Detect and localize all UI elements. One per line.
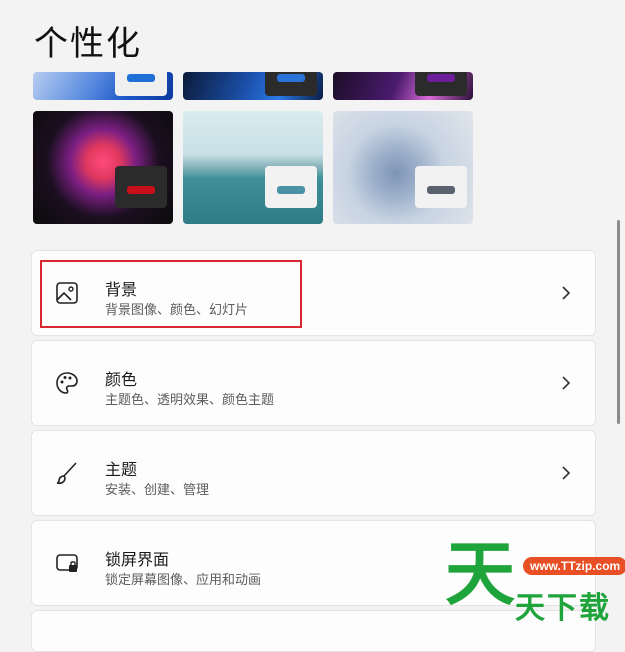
chevron-right-icon bbox=[562, 376, 571, 390]
card-label: 主题 bbox=[105, 460, 138, 479]
highlight-box bbox=[40, 260, 302, 328]
theme-thumbnail-blue-bloom[interactable] bbox=[33, 72, 173, 100]
theme-thumbnail-purple[interactable] bbox=[333, 72, 473, 100]
card-description: 安装、创建、管理 bbox=[105, 483, 210, 498]
theme-preview-chip bbox=[415, 166, 467, 208]
theme-gallery bbox=[33, 0, 483, 230]
theme-thumbnail-flower[interactable] bbox=[33, 111, 173, 224]
watermark-url: www.TTzip.com bbox=[523, 557, 625, 575]
theme-accent-bar bbox=[277, 186, 305, 194]
theme-thumbnail-swirl[interactable] bbox=[333, 111, 473, 224]
theme-accent-bar bbox=[427, 186, 455, 194]
theme-preview-chip bbox=[115, 72, 167, 96]
watermark-glyph: 天 bbox=[445, 533, 515, 615]
watermark-logo: 天 www.TTzip.com 天下载 bbox=[445, 539, 625, 626]
theme-accent-bar bbox=[127, 74, 155, 82]
watermark-text: 天下载 bbox=[515, 591, 611, 626]
card-label: 锁屏界面 bbox=[105, 550, 170, 569]
theme-accent-bar bbox=[277, 74, 305, 82]
theme-thumbnail-lake[interactable] bbox=[183, 111, 323, 224]
theme-accent-bar bbox=[127, 186, 155, 194]
theme-accent-bar bbox=[427, 74, 455, 82]
theme-thumbnail-dark-blue-bloom[interactable] bbox=[183, 72, 323, 100]
settings-card-colors[interactable]: 颜色 主题色、透明效果、颜色主题 bbox=[31, 340, 596, 426]
chevron-right-icon bbox=[562, 466, 571, 480]
brush-icon bbox=[56, 462, 77, 485]
theme-preview-chip bbox=[265, 166, 317, 208]
theme-preview-chip bbox=[115, 166, 167, 208]
lock-screen-icon bbox=[56, 554, 78, 572]
card-description: 锁定屏幕图像、应用和动画 bbox=[105, 573, 262, 588]
chevron-right-icon bbox=[562, 286, 571, 300]
scrollbar-thumb[interactable] bbox=[617, 220, 620, 424]
palette-icon bbox=[56, 372, 78, 394]
card-label: 颜色 bbox=[105, 370, 138, 389]
theme-preview-chip bbox=[265, 72, 317, 96]
card-description: 主题色、透明效果、颜色主题 bbox=[105, 393, 275, 408]
theme-preview-chip bbox=[415, 72, 467, 96]
settings-card-themes[interactable]: 主题 安装、创建、管理 bbox=[31, 430, 596, 516]
